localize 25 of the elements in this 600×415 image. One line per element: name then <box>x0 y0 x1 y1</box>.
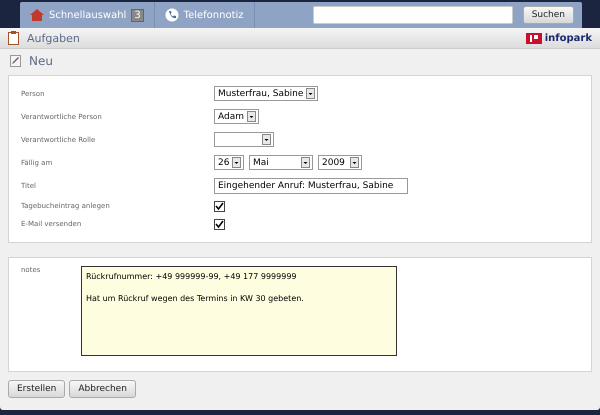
pencil-icon <box>10 55 21 67</box>
dropdown[interactable]: Musterfrau, Sabine <box>214 86 318 101</box>
clipboard-icon <box>8 31 19 45</box>
panel-title: Aufgaben <box>27 32 80 44</box>
dropdown[interactable]: Adam <box>214 109 259 124</box>
dropdown[interactable]: Mai <box>249 155 313 170</box>
dropdown[interactable]: 2009 <box>318 155 362 170</box>
cancel-button[interactable]: Abbrechen <box>69 380 136 398</box>
phone-note-label: Telefonnotiz <box>184 10 244 20</box>
checkbox[interactable] <box>214 218 225 230</box>
quick-select-button[interactable]: Schnellauswahl 3 <box>30 8 144 22</box>
create-button[interactable]: Erstellen <box>8 380 66 398</box>
checkbox[interactable] <box>214 200 225 212</box>
notes-textarea[interactable]: Rückrufnummer: +49 999999-99, +49 177 9999999 Hat um Rückruf wegen des Termins in KW 30 gebeten. <box>81 266 397 356</box>
home-icon <box>30 9 44 21</box>
count-badge: 3 <box>131 8 144 22</box>
form-title: Neu <box>29 54 53 68</box>
dropdown[interactable]: 26 <box>214 155 244 170</box>
title-field[interactable]: Eingehender Anruf: Musterfrau, Sabine <box>214 178 408 194</box>
search-button[interactable]: Suchen <box>522 6 574 24</box>
quick-select-label: Schnellauswahl <box>49 10 126 20</box>
search-field[interactable] <box>312 6 513 24</box>
phone-icon <box>164 8 179 22</box>
infopark-logo: infopark <box>526 32 592 44</box>
dropdown[interactable] <box>214 132 274 147</box>
